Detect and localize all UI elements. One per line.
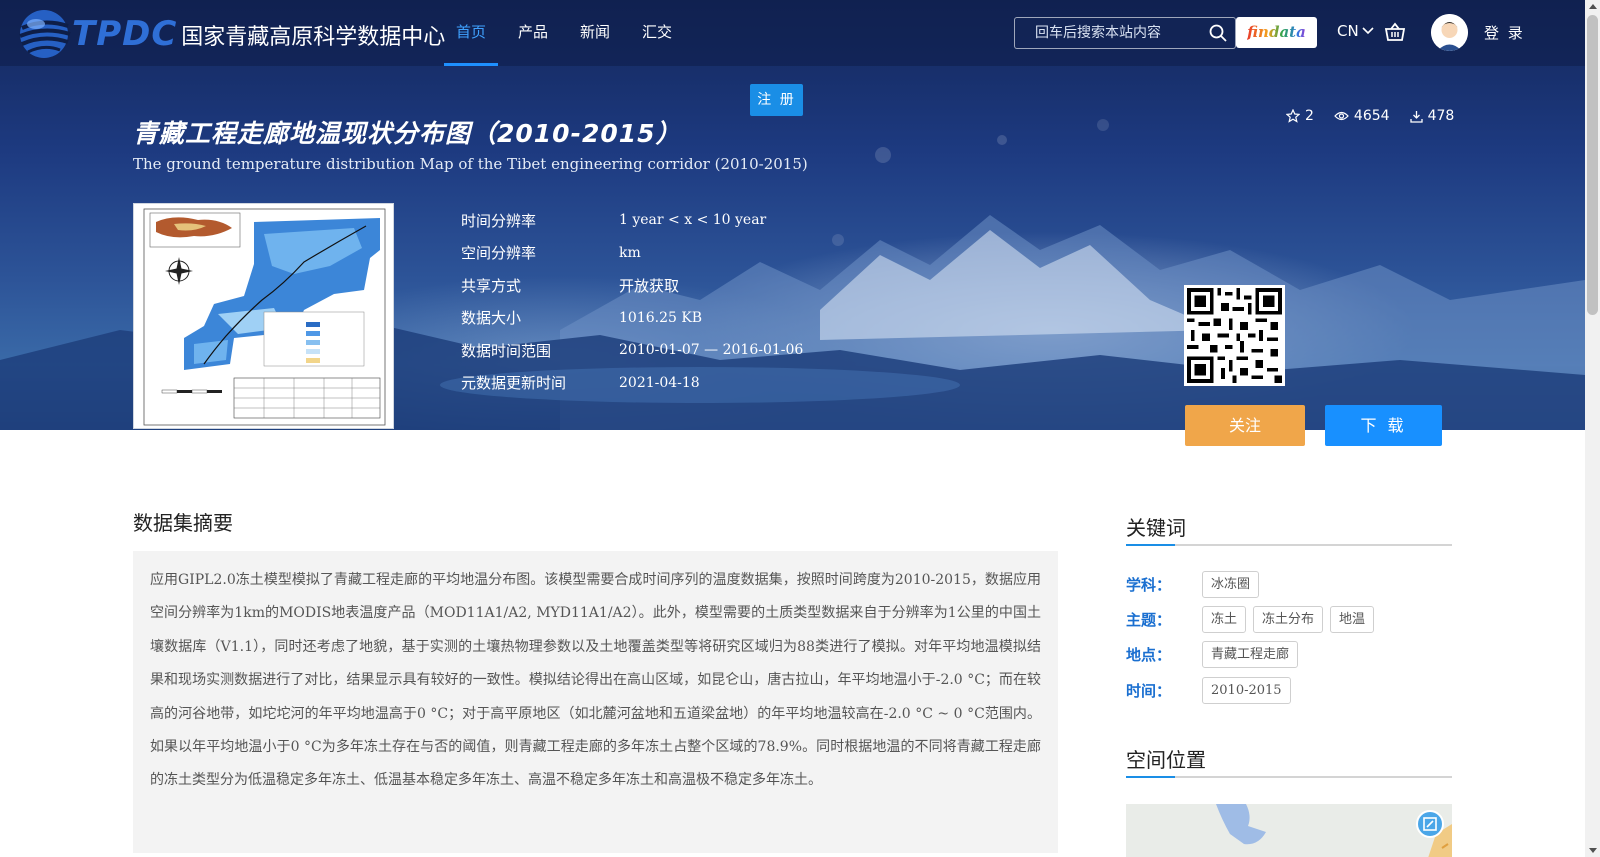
downloads-stat: 478 xyxy=(1409,108,1455,124)
keyword-label: 地点： xyxy=(1126,646,1172,664)
keyword-row-time: 时间： 2010-2015 xyxy=(1126,677,1298,704)
meta-label-data-size: 数据大小 xyxy=(461,309,522,328)
register-button[interactable]: 注 册 xyxy=(750,84,803,116)
dataset-title-en: The ground temperature distribution Map … xyxy=(133,155,808,173)
meta-value-data-size: 1016.25 KB xyxy=(619,309,703,326)
keyword-row-theme: 主题： 冻土 冻土分布 地温 xyxy=(1126,606,1381,633)
search-input[interactable] xyxy=(1035,18,1210,48)
downloads-count: 478 xyxy=(1427,108,1455,124)
nav-item-news[interactable]: 新闻 xyxy=(568,0,622,66)
abstract-text: 应用GIPL2.0冻土模型模拟了青藏工程走廊的平均地温分布图。该模型需要合成时间… xyxy=(150,572,1041,789)
keyword-tag[interactable]: 冻土 xyxy=(1202,606,1247,633)
keyword-tag[interactable]: 冻土分布 xyxy=(1253,606,1324,633)
stars-count: 2 xyxy=(1305,108,1314,124)
map-tiles xyxy=(1216,804,1452,857)
download-button[interactable]: 下 载 xyxy=(1325,405,1442,446)
thumbnail-map-image xyxy=(143,208,386,426)
dataset-metadata: 时间分辨率 1 year < x < 10 year 空间分辨率 km 共享方式… xyxy=(461,204,803,399)
nav-item-products[interactable]: 产品 xyxy=(506,0,560,66)
findata-label: findata xyxy=(1247,17,1306,48)
logo-site-name: 国家青藏高原科学数据中心 xyxy=(181,25,446,50)
language-switcher[interactable]: CN xyxy=(1337,22,1374,40)
keyword-row-discipline: 学科： 冰冻圈 xyxy=(1126,571,1266,598)
keywords-heading: 关键词 xyxy=(1126,512,1452,546)
findata-button[interactable]: findata xyxy=(1236,17,1317,48)
meta-value-spatial-resolution: km xyxy=(619,244,641,261)
meta-row: 数据时间范围 2010-01-07 — 2016-01-06 xyxy=(461,334,803,367)
meta-row: 时间分辨率 1 year < x < 10 year xyxy=(461,204,803,237)
cart-icon[interactable] xyxy=(1384,22,1406,42)
meta-row: 元数据更新时间 2021-04-18 xyxy=(461,367,803,400)
nav-item-home[interactable]: 首页 xyxy=(444,0,499,66)
meta-row: 共享方式 开放获取 xyxy=(461,269,803,302)
user-avatar-icon xyxy=(1431,14,1468,51)
eye-icon xyxy=(1334,111,1349,121)
logo-abbreviation: TPDC xyxy=(72,14,178,54)
star-icon xyxy=(1286,109,1300,123)
meta-value-update-time: 2021-04-18 xyxy=(619,374,700,391)
qr-code-icon xyxy=(1187,288,1282,383)
avatar[interactable] xyxy=(1431,14,1468,51)
chevron-down-icon xyxy=(1362,27,1374,35)
meta-value-sharing: 开放获取 xyxy=(619,276,680,295)
download-icon xyxy=(1409,110,1423,123)
location-map[interactable] xyxy=(1126,804,1452,857)
meta-label-time-resolution: 时间分辨率 xyxy=(461,211,537,230)
keyword-label: 学科： xyxy=(1126,576,1172,594)
dataset-title-cn: 青藏工程走廊地温现状分布图（2010-2015） xyxy=(133,119,682,148)
dataset-thumbnail[interactable] xyxy=(133,203,394,429)
dataset-stats: 2 4654 478 xyxy=(1286,108,1454,124)
location-heading: 空间位置 xyxy=(1126,744,1452,778)
meta-label-sharing: 共享方式 xyxy=(461,276,522,295)
views-stat: 4654 xyxy=(1334,108,1390,124)
scroll-thumb[interactable] xyxy=(1587,15,1598,315)
meta-row: 数据大小 1016.25 KB xyxy=(461,302,803,335)
globe-logo-icon xyxy=(19,10,71,58)
nav-item-submit[interactable]: 汇交 xyxy=(630,0,684,66)
meta-row: 空间分辨率 km xyxy=(461,237,803,270)
map-expand-button[interactable] xyxy=(1416,810,1444,838)
abstract-box: 应用GIPL2.0冻土模型模拟了青藏工程走廊的平均地温分布图。该模型需要合成时间… xyxy=(133,551,1058,853)
views-count: 4654 xyxy=(1353,108,1390,124)
meta-label-update-time: 元数据更新时间 xyxy=(461,374,567,393)
keyword-tag[interactable]: 青藏工程走廊 xyxy=(1202,641,1299,668)
main-nav: 首页 产品 新闻 汇交 xyxy=(444,0,692,66)
search-icon[interactable] xyxy=(1209,24,1227,42)
meta-label-time-range: 数据时间范围 xyxy=(461,341,552,360)
meta-value-time-range: 2010-01-07 — 2016-01-06 xyxy=(619,342,804,359)
keyword-tag[interactable]: 冰冻圈 xyxy=(1202,571,1260,598)
abstract-heading: 数据集摘要 xyxy=(133,511,233,535)
meta-value-time-resolution: 1 year < x < 10 year xyxy=(619,212,767,229)
page: TPDC 国家青藏高原科学数据中心 首页 产品 新闻 汇交 findata CN xyxy=(0,0,1600,857)
meta-label-spatial-resolution: 空间分辨率 xyxy=(461,244,537,263)
scroll-up-arrow-icon[interactable] xyxy=(1589,4,1597,9)
follow-button[interactable]: 关注 xyxy=(1185,405,1305,446)
site-logo[interactable]: TPDC 国家青藏高原科学数据中心 xyxy=(14,4,445,62)
keyword-label: 时间： xyxy=(1126,682,1172,700)
login-link[interactable]: 登 录 xyxy=(1484,22,1525,43)
qr-code xyxy=(1184,285,1285,386)
scroll-down-arrow-icon[interactable] xyxy=(1589,848,1597,853)
keyword-row-place: 地点： 青藏工程走廊 xyxy=(1126,641,1305,668)
keyword-label: 主题： xyxy=(1126,611,1172,629)
stars-stat: 2 xyxy=(1286,108,1314,124)
expand-icon xyxy=(1423,817,1437,831)
keyword-tag[interactable]: 2010-2015 xyxy=(1202,677,1291,704)
top-header: TPDC 国家青藏高原科学数据中心 首页 产品 新闻 汇交 findata CN xyxy=(0,0,1585,66)
page-scrollbar[interactable] xyxy=(1585,0,1600,857)
search-box xyxy=(1014,17,1236,49)
keyword-tag[interactable]: 地温 xyxy=(1330,606,1375,633)
language-label: CN xyxy=(1337,22,1359,40)
